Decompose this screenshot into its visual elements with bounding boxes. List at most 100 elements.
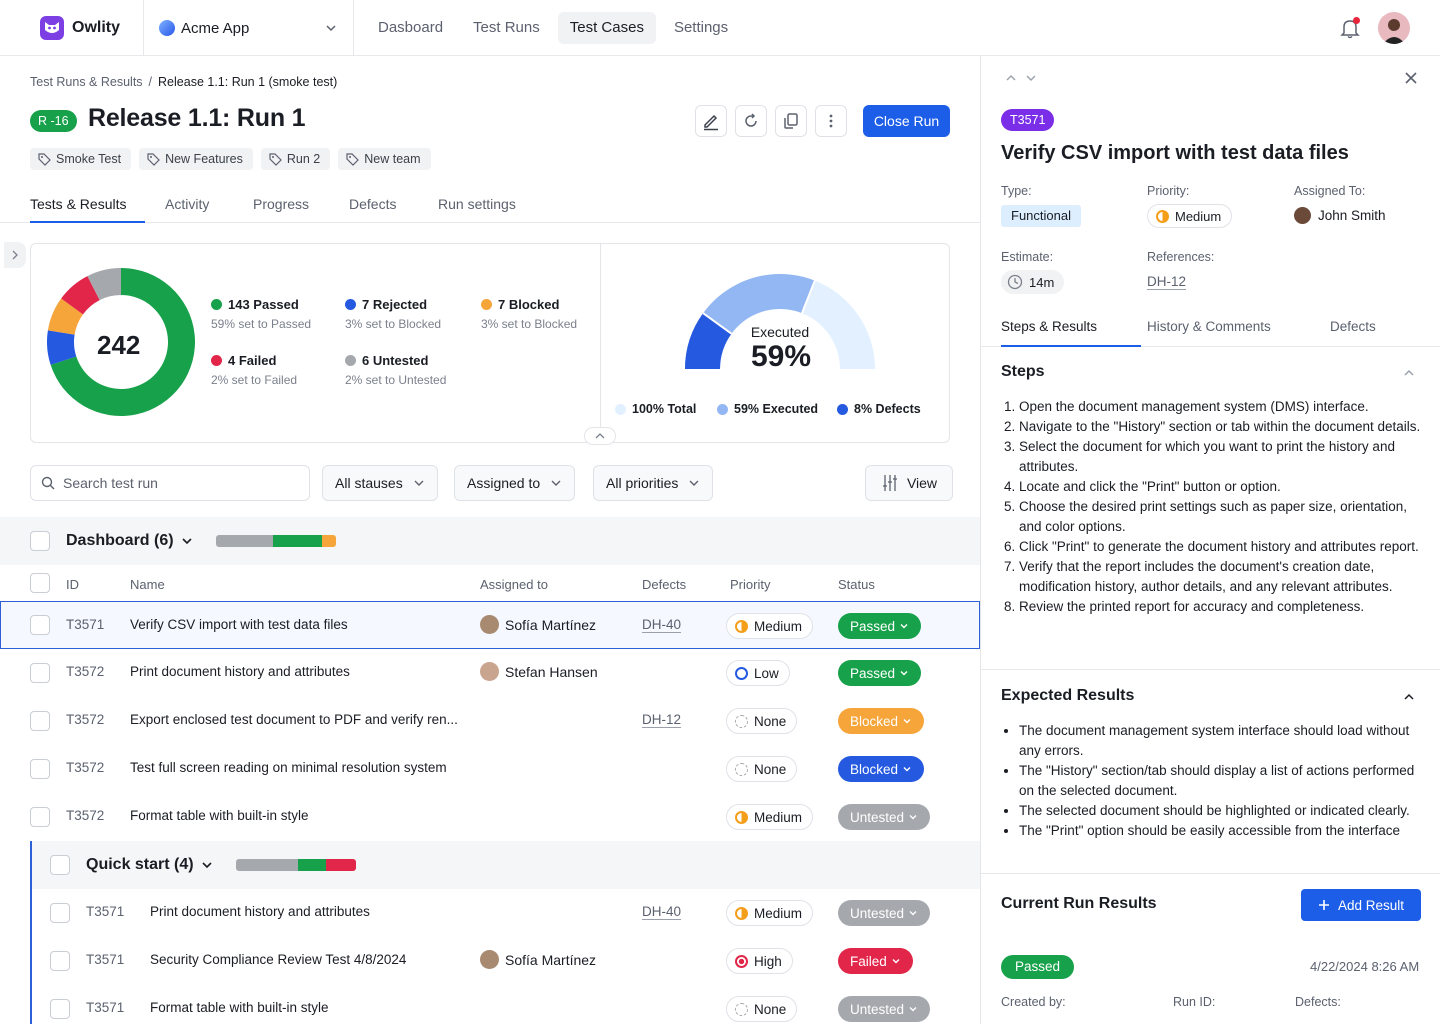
col-status[interactable]: Status — [838, 577, 875, 592]
chevron-up-icon[interactable] — [1402, 366, 1416, 380]
priority-badge[interactable]: Medium — [726, 613, 814, 639]
gauge-legend-defects: 8% Defects — [837, 402, 921, 416]
col-priority[interactable]: Priority — [730, 577, 770, 592]
chevron-up-icon[interactable] — [1005, 72, 1017, 84]
result-timestamp: 4/22/2024 8:26 AM — [1310, 959, 1420, 974]
reference-link[interactable]: DH-12 — [1147, 274, 1186, 289]
tab-history-comments[interactable]: History & Comments — [1147, 319, 1271, 334]
table-row[interactable]: T3572 Test full screen reading on minima… — [0, 745, 980, 793]
tag-chip[interactable]: New Features — [139, 148, 253, 170]
priority-badge[interactable]: Medium — [726, 900, 814, 926]
current-run-results-heading: Current Run Results — [1001, 895, 1157, 912]
collapse-summary-button[interactable] — [584, 427, 616, 445]
status-dropdown[interactable]: Blocked — [838, 708, 925, 734]
search-input[interactable] — [63, 475, 283, 491]
group-checkbox[interactable] — [30, 531, 50, 551]
legend-dot — [211, 355, 222, 366]
tag-chip[interactable]: Smoke Test — [30, 148, 132, 170]
add-result-button[interactable]: Add Result — [1301, 889, 1421, 921]
close-icon[interactable] — [1403, 70, 1419, 86]
brand-logo[interactable]: Owlity — [40, 16, 120, 40]
row-checkbox[interactable] — [30, 663, 50, 683]
chevron-down-icon — [900, 624, 908, 629]
chevron-up-icon[interactable] — [1402, 690, 1416, 704]
row-checkbox[interactable] — [50, 999, 70, 1019]
nav-test-cases[interactable]: Test Cases — [557, 12, 656, 44]
close-run-button[interactable]: Close Run — [863, 105, 950, 137]
tab-tests-results[interactable]: Tests & Results — [30, 196, 126, 212]
group-header-dashboard[interactable]: Dashboard (6) — [0, 517, 980, 565]
assignee-filter[interactable]: Assigned to — [454, 465, 576, 501]
table-row[interactable]: T3572 Print document history and attribu… — [0, 649, 980, 697]
breadcrumb-parent[interactable]: Test Runs & Results — [30, 75, 143, 89]
tab-run-settings[interactable]: Run settings — [438, 196, 516, 212]
status-dropdown[interactable]: Passed — [838, 660, 922, 686]
row-checkbox[interactable] — [50, 903, 70, 923]
table-row[interactable]: T3572 Export enclosed test document to P… — [0, 697, 980, 745]
tag-chip[interactable]: New team — [338, 148, 431, 170]
tab-defects[interactable]: Defects — [1330, 319, 1376, 334]
select-all-checkbox[interactable] — [30, 573, 50, 593]
priority-filter[interactable]: All priorities — [593, 465, 714, 501]
group-header-quick-start[interactable]: Quick start (4) — [32, 841, 980, 889]
app-switcher[interactable]: Acme App — [143, 0, 354, 56]
more-button[interactable] — [815, 105, 847, 137]
app-icon — [159, 20, 175, 36]
tag-chip[interactable]: Run 2 — [260, 148, 331, 170]
tab-steps-results[interactable]: Steps & Results — [1001, 319, 1097, 334]
priority-badge[interactable]: None — [726, 996, 798, 1022]
status-dropdown[interactable]: Untested — [838, 900, 931, 926]
col-defects[interactable]: Defects — [642, 577, 686, 592]
edit-button[interactable] — [695, 105, 727, 137]
table-row[interactable]: T3571 Verify CSV import with test data f… — [0, 601, 980, 649]
col-id[interactable]: ID — [66, 577, 79, 592]
step-item: Verify that the report includes the docu… — [1019, 557, 1425, 597]
priority-badge[interactable]: Medium — [726, 804, 814, 830]
status-dropdown[interactable]: Untested — [838, 804, 931, 830]
priority-badge[interactable]: None — [726, 756, 798, 782]
nav-settings[interactable]: Settings — [662, 12, 740, 44]
test-run-panel: Test Runs & Results / Release 1.1: Run 1 (… — [0, 56, 980, 1024]
status-dropdown[interactable]: Blocked — [838, 756, 925, 782]
status-dropdown[interactable]: Failed — [838, 948, 913, 974]
rerun-button[interactable] — [735, 105, 767, 137]
estimate-chip[interactable]: 14m — [1001, 270, 1065, 294]
table-row[interactable]: T3572 Format table with built-in style M… — [0, 793, 980, 841]
status-dropdown[interactable]: Passed — [838, 613, 922, 639]
table-row[interactable]: T3571 Security Compliance Review Test 4/… — [0, 937, 980, 985]
priority-badge[interactable]: High — [726, 948, 793, 974]
priority-badge[interactable]: Low — [726, 660, 790, 686]
row-checkbox[interactable] — [30, 759, 50, 779]
status-dropdown[interactable]: Untested — [838, 996, 931, 1022]
row-checkbox[interactable] — [30, 615, 50, 635]
row-checkbox[interactable] — [30, 807, 50, 827]
row-checkbox[interactable] — [50, 951, 70, 971]
nav-test-runs[interactable]: Test Runs — [461, 12, 552, 44]
row-checkbox[interactable] — [30, 711, 50, 731]
group-checkbox[interactable] — [50, 855, 70, 875]
chevron-down-icon[interactable] — [1025, 72, 1037, 84]
type-chip[interactable]: Functional — [1001, 205, 1081, 227]
defect-link[interactable]: DH-12 — [642, 712, 681, 727]
defect-link[interactable]: DH-40 — [642, 904, 681, 919]
view-options-button[interactable]: View — [865, 465, 953, 501]
tab-activity[interactable]: Activity — [165, 196, 209, 212]
tab-defects[interactable]: Defects — [349, 196, 396, 212]
table-row[interactable]: T3571 Format table with built-in style N… — [0, 985, 980, 1024]
col-assigned[interactable]: Assigned to — [480, 577, 548, 592]
table-row[interactable]: T3571 Print document history and attribu… — [0, 889, 980, 937]
tab-progress[interactable]: Progress — [253, 196, 309, 212]
expand-sidebar-button[interactable] — [4, 242, 26, 268]
priority-badge[interactable]: None — [726, 708, 798, 734]
assignee[interactable]: John Smith — [1294, 207, 1386, 224]
duplicate-button[interactable] — [775, 105, 807, 137]
status-filter[interactable]: All stauses — [322, 465, 438, 501]
chevron-down-icon — [689, 480, 699, 486]
defect-link[interactable]: DH-40 — [642, 617, 681, 632]
col-name[interactable]: Name — [130, 577, 165, 592]
user-avatar[interactable] — [1378, 12, 1410, 44]
nav-dashboard[interactable]: Dasboard — [366, 12, 455, 44]
tag-icon — [147, 152, 160, 166]
priority-chip[interactable]: Medium — [1147, 204, 1233, 228]
notifications-button[interactable] — [1339, 17, 1361, 39]
